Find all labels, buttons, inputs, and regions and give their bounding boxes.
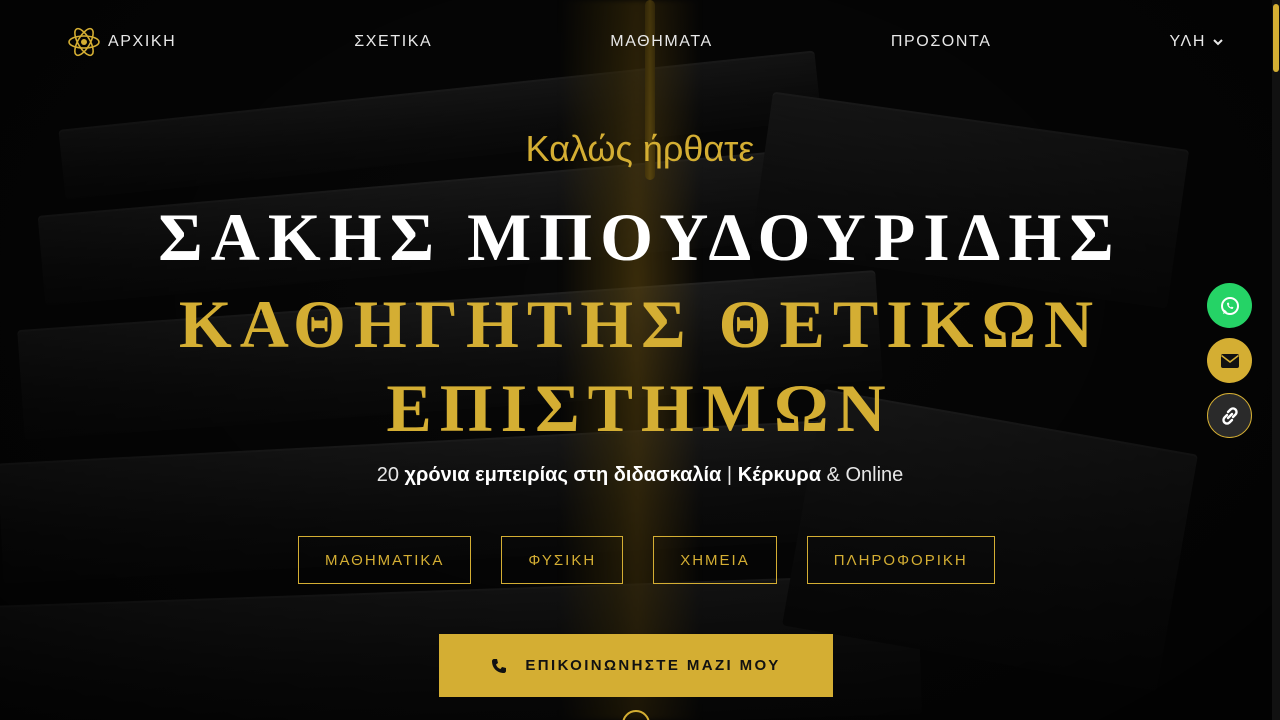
tagline-separator: | — [726, 464, 733, 486]
scrollbar-thumb[interactable] — [1273, 4, 1279, 72]
subject-button-informatics[interactable]: ΠΛΗΡΟΦΟΡΙΚΗ — [806, 536, 995, 584]
link-icon — [1221, 406, 1238, 425]
nav-label-qualifications: ΠΡΟΣΟΝΤΑ — [890, 33, 992, 50]
tagline: 20 χρόνια εμπειρίας στη διδασκαλία | Κέρ… — [0, 464, 1280, 487]
subject-button-math[interactable]: ΜΑΘΗΜΑΤΙΚΑ — [298, 536, 472, 584]
nav-item-material[interactable]: ΥΛΗ — [1169, 33, 1224, 51]
tagline-online: & Online — [826, 464, 904, 486]
page-title: ΣΑΚΗΣ ΜΠΟΥΔΟΥΡΙΔΗΣ — [158, 199, 1122, 275]
atom-icon — [68, 27, 100, 57]
nav-label-home: ΑΡΧΙΚΗ — [108, 33, 177, 50]
tagline-years: 20 — [376, 464, 399, 486]
subtitle-role: ΚΑΘΗΓΗΤΗΣ ΘΕΤΙΚΩΝ ΕΠΙΣΤΗΜΩΝ — [178, 286, 1102, 446]
subject-buttons: ΜΑΘΗΜΑΤΙΚΑ ΦΥΣΙΚΗ ΧΗΜΕΙΑ ΠΛΗΡΟΦΟΡΙΚΗ — [298, 536, 995, 584]
envelope-icon — [1220, 353, 1239, 368]
welcome-text: Καλώς ήρθατε — [525, 128, 755, 169]
nav-label-about: ΣΧΕΤΙΚΑ — [354, 33, 433, 50]
tagline-experience: χρόνια εμπειρίας στη διδασκαλία — [404, 464, 722, 486]
subject-button-chemistry[interactable]: ΧΗΜΕΙΑ — [653, 536, 777, 584]
nav-item-qualifications[interactable]: ΠΡΟΣΟΝΤΑ — [891, 33, 992, 51]
nav-item-about[interactable]: ΣΧΕΤΙΚΑ — [354, 33, 432, 51]
nav-item-courses[interactable]: ΜΑΘΗΜΑΤΑ — [610, 33, 713, 51]
nav-label-courses: ΜΑΘΗΜΑΤΑ — [610, 33, 713, 50]
nav-item-home[interactable]: ΑΡΧΙΚΗ — [66, 24, 176, 60]
email-button[interactable] — [1207, 338, 1252, 383]
link-button[interactable] — [1207, 393, 1252, 438]
phone-icon — [492, 658, 507, 673]
nav-label-material: ΥΛΗ — [1169, 33, 1206, 50]
whatsapp-icon — [1220, 296, 1239, 315]
whatsapp-button[interactable] — [1207, 283, 1252, 328]
subject-button-physics[interactable]: ΦΥΣΙΚΗ — [501, 536, 624, 584]
contact-button-label: ΕΠΙΚΟΙΝΩΝΗΣΤΕ ΜΑΖΙ ΜΟΥ — [525, 657, 781, 674]
contact-button[interactable]: ΕΠΙΚΟΙΝΩΝΗΣΤΕ ΜΑΖΙ ΜΟΥ — [439, 634, 833, 697]
main-nav: ΑΡΧΙΚΗ ΣΧΕΤΙΚΑ ΜΑΘΗΜΑΤΑ ΠΡΟΣΟΝΤΑ ΥΛΗ — [66, 22, 1224, 62]
page-scrollbar[interactable] — [1272, 0, 1280, 720]
tagline-city: Κέρκυρα — [737, 464, 821, 486]
chevron-down-icon — [1213, 39, 1223, 46]
